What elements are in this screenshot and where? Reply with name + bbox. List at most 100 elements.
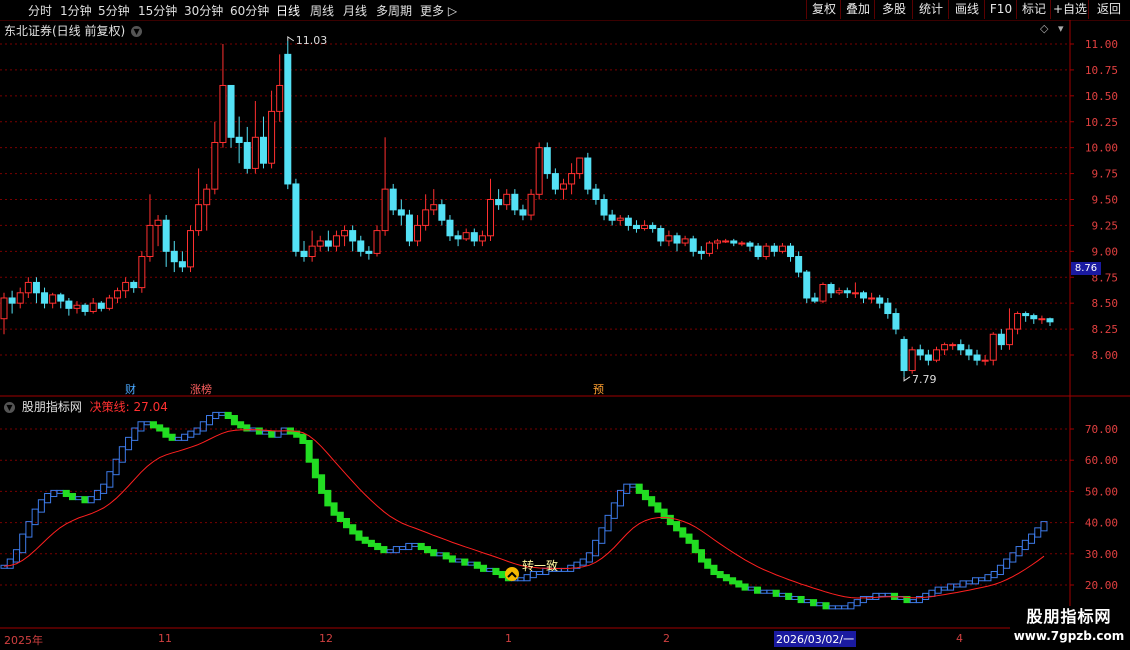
indicator-bar <box>473 561 481 569</box>
candle-body <box>511 193 519 211</box>
marker-finance[interactable]: 财 <box>124 381 137 397</box>
candle-body <box>308 245 316 258</box>
y-tick-label: 9.50 <box>1092 194 1119 207</box>
chevron-down-icon[interactable]: ▼ <box>4 402 15 413</box>
indicator-bar <box>654 502 662 513</box>
time-label: 1 <box>505 632 512 645</box>
indicator-bar <box>374 542 382 551</box>
candle-body <box>519 209 527 216</box>
candle-body <box>535 147 543 195</box>
indicator-bar <box>212 411 220 420</box>
indicator-bar <box>461 558 469 566</box>
candle-body <box>527 193 535 216</box>
candle-body <box>949 344 957 347</box>
candle-body <box>1014 313 1022 330</box>
candle-body <box>0 297 8 320</box>
indicator-bar <box>25 521 33 538</box>
low-pointer <box>903 376 911 382</box>
candle-body <box>965 349 973 356</box>
indicator-bar <box>741 583 749 591</box>
candle-body <box>941 344 949 351</box>
candle-body <box>665 235 673 242</box>
indicator-bar <box>193 427 201 435</box>
indicator-bar <box>729 577 737 585</box>
candle-body <box>851 292 859 295</box>
candle-body <box>600 199 608 216</box>
candle-body <box>551 173 559 190</box>
indicator-bar <box>423 546 431 554</box>
indicator-bar <box>816 602 824 607</box>
marker-top-gainers[interactable]: 涨榜 <box>189 381 213 397</box>
indicator-bar <box>417 542 425 551</box>
indicator-bar <box>199 421 207 432</box>
indicator-bar <box>299 433 307 444</box>
indicator-bar <box>623 483 631 494</box>
chart-canvas[interactable]: 11.00 10.75 10.50 10.25 10.00 9.75 9.50 9.25 9.0… <box>0 0 1130 650</box>
candle-body <box>957 344 965 351</box>
candle-body <box>827 284 835 294</box>
indicator-bar <box>940 586 948 591</box>
candle-body <box>730 240 738 244</box>
candle-body <box>211 141 219 190</box>
candle-body <box>697 250 705 254</box>
indicator-bar <box>828 605 836 610</box>
indicator-bar <box>629 483 637 488</box>
candle-body <box>170 250 178 263</box>
candle-body <box>543 147 551 175</box>
current-price-badge: 8.76 <box>1071 262 1101 275</box>
time-label: 4 <box>956 632 963 645</box>
indicator-bar <box>343 517 351 529</box>
marker-forecast[interactable]: 预 <box>592 381 605 397</box>
indicator-bar <box>143 421 151 426</box>
indicator-bar <box>69 493 77 501</box>
candle-body <box>754 245 762 258</box>
signal-label: 转一致 <box>522 558 558 573</box>
indicator-bar <box>37 499 45 513</box>
candle-body <box>235 136 243 143</box>
candle-body <box>8 297 16 304</box>
indicator-bar <box>517 577 525 582</box>
candle-body <box>649 224 657 230</box>
candle-body <box>24 281 32 294</box>
candle-body <box>389 188 397 211</box>
watermark-url: www.7gpzb.com <box>1013 629 1125 643</box>
indicator-bar <box>791 595 799 600</box>
indicator-bar <box>579 558 587 566</box>
candle-body <box>57 294 65 302</box>
candle-body <box>203 188 211 206</box>
candle-body <box>446 219 454 237</box>
ind-y-tick-label: 30.00 <box>1085 548 1118 561</box>
candle-body <box>227 84 235 138</box>
candle-body <box>130 281 138 289</box>
candle-body <box>576 157 584 175</box>
candle-body <box>657 228 665 242</box>
candle-body <box>916 349 924 356</box>
high-pointer <box>287 35 295 42</box>
candle-body <box>381 188 389 232</box>
candle-body <box>689 238 697 252</box>
indicator-bar <box>610 502 618 519</box>
indicator-bar <box>174 436 182 441</box>
indicator-bar <box>735 580 743 588</box>
indicator-bar <box>187 430 195 438</box>
candle-body <box>503 193 511 206</box>
indicator-bar <box>841 605 849 610</box>
high-label: 11.03 <box>296 34 328 47</box>
y-tick-label: 8.25 <box>1092 323 1119 336</box>
candle-body <box>900 338 908 372</box>
candle-body <box>795 256 803 273</box>
indicator-bar <box>237 421 245 429</box>
indicator-bar <box>137 421 145 432</box>
indicator-bar <box>617 489 625 507</box>
indicator-bar <box>336 511 344 522</box>
indicator-bar <box>716 571 724 579</box>
candle-body <box>787 245 795 258</box>
indicator-bar <box>162 427 170 438</box>
indicator-bar <box>224 411 232 420</box>
indicator-bar <box>971 577 979 585</box>
indicator-bar <box>934 586 942 594</box>
indicator-bar <box>349 524 357 535</box>
ind-y-tick-label: 50.00 <box>1085 485 1118 498</box>
indicator-bar <box>673 521 681 532</box>
indicator-bar <box>480 564 488 572</box>
